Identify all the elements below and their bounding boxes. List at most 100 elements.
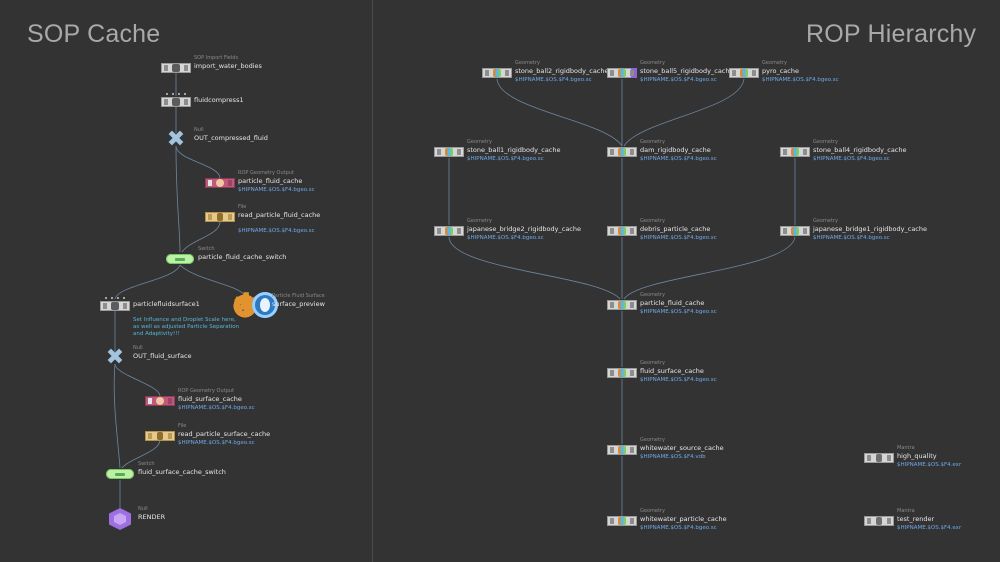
node-output-path: $HIPNAME.$OS.$F4.bgeo.sc [640, 77, 717, 83]
node-name-label: surface_preview [272, 300, 325, 308]
node-output-path: $HIPNAME.$OS.$F4.exr [897, 525, 962, 531]
file-icon[interactable] [205, 212, 235, 222]
node-output-path: $HIPNAME.$OS.$F4.bgeo.sc [515, 77, 592, 83]
geometry-rop-icon[interactable] [780, 226, 810, 236]
node-name-label: particle_fluid_cache_switch [198, 253, 287, 261]
sop-cache-title: SOP Cache [27, 20, 161, 48]
node-type-label: Mantra [897, 445, 915, 451]
geometry-rop-icon[interactable] [729, 68, 759, 78]
sop-import-fields-icon[interactable] [161, 63, 191, 73]
rop-geometry-output-icon[interactable] [205, 178, 235, 188]
node-type-label: Geometry [640, 437, 665, 443]
node-output-path: $HIPNAME.$OS.$F4.bgeo.sc [813, 156, 890, 162]
node-name-label: read_particle_fluid_cache [238, 211, 321, 219]
geometry-rop-icon[interactable] [607, 226, 637, 236]
node-type-label: Geometry [467, 218, 492, 224]
geometry-rop-icon[interactable] [780, 147, 810, 157]
particle-fluid-surface-icon[interactable] [100, 301, 130, 311]
node-name-label: japanese_bridge1_rigidbody_cache [813, 225, 928, 233]
node-name-label: fluidcompress1 [194, 96, 244, 104]
node-type-label: Geometry [813, 218, 838, 224]
node-output-path: $HIPNAME.$OS.$F4.bgeo.sc [640, 309, 717, 315]
node-type-label: Geometry [640, 218, 665, 224]
node-output-path: $HIPNAME.$OS.$F4.bgeo.sc [640, 156, 717, 162]
node-type-label: File [178, 423, 187, 429]
node-type-label: ROP Geometry Output [238, 170, 294, 176]
node-output-path: $HIPNAME.$OS.$F4.bgeo.sc [813, 235, 890, 241]
node-name-label: stone_ball1_rigidbody_cache [467, 146, 561, 154]
geometry-rop-icon[interactable] [482, 68, 512, 78]
input-connectors[interactable] [166, 93, 186, 95]
node-type-label: Geometry [762, 60, 787, 66]
geometry-rop-icon[interactable] [434, 226, 464, 236]
node-name-label: RENDER [138, 513, 166, 521]
node-type-label: Null [133, 345, 143, 351]
node-output-path: $HIPNAME.$OS.$F4.bgeo.sc [238, 228, 315, 234]
geometry-rop-icon[interactable] [607, 147, 637, 157]
node-type-label: Geometry [515, 60, 540, 66]
node-name-label: japanese_bridge2_rigidbody_cache [467, 225, 582, 233]
node-name-label: particle_fluid_cache [238, 177, 303, 185]
node-type-label: Geometry [640, 508, 665, 514]
geometry-rop-icon[interactable] [607, 516, 637, 526]
rop-hierarchy-network-pane[interactable] [373, 0, 1000, 562]
null-x-icon[interactable]: ✖ [164, 129, 188, 151]
node-type-label: Geometry [640, 292, 665, 298]
node-name-label: debris_particle_cache [640, 225, 711, 233]
geometry-rop-icon[interactable] [607, 300, 637, 310]
switch-icon[interactable] [166, 254, 194, 264]
node-output-path: $HIPNAME.$OS.$F4.bgeo.sc [178, 405, 255, 411]
node-name-label: OUT_compressed_fluid [194, 134, 268, 142]
node-type-label: Null [138, 506, 148, 512]
node-name-label: read_particle_surface_cache [178, 430, 271, 438]
node-type-label: Geometry [640, 139, 665, 145]
node-type-label: Geometry [467, 139, 492, 145]
node-name-label: dam_rigidbody_cache [640, 146, 711, 154]
houdini-network-view[interactable]: SOP Cache ROP Hierarchy SOP Import Field… [0, 0, 1000, 562]
node-type-label: SOP Import Fields [194, 55, 239, 61]
input-connectors[interactable] [105, 297, 125, 299]
node-comment: Set Influence and Droplet Scale here, as… [133, 317, 240, 337]
node-name-label: stone_ball2_rigidbody_cache [515, 67, 609, 75]
node-output-path: $HIPNAME.$OS.$F4.bgeo.sc [762, 77, 839, 83]
node-name-label: whitewater_source_cache [640, 444, 724, 452]
node-output-path: $HIPNAME.$OS.$F4.bgeo.sc [238, 187, 315, 193]
fluid-compress-icon[interactable] [161, 97, 191, 107]
geometry-rop-icon[interactable] [607, 368, 637, 378]
node-output-path: $HIPNAME.$OS.$F4.bgeo.sc [467, 235, 544, 241]
node-name-label: stone_ball4_rigidbody_cache [813, 146, 907, 154]
node-type-label: ROP Geometry Output [178, 388, 234, 394]
mantra-rop-icon[interactable] [864, 453, 894, 463]
geometry-rop-icon[interactable] [434, 147, 464, 157]
switch-icon[interactable] [106, 469, 134, 479]
node-name-label: fluid_surface_cache [640, 367, 704, 375]
node-type-label: Geometry [640, 60, 665, 66]
file-icon[interactable] [145, 431, 175, 441]
rop-hierarchy-title: ROP Hierarchy [806, 20, 977, 48]
sop-cache-network-pane[interactable] [0, 0, 372, 562]
node-name-label: test_render [897, 515, 935, 523]
node-type-label: Switch [138, 461, 155, 467]
node-name-label: import_water_bodies [194, 62, 262, 70]
node-name-label: high_quality [897, 452, 937, 460]
node-output-path: $HIPNAME.$OS.$F4.bgeo.sc [178, 440, 255, 446]
node-output-path: $HIPNAME.$OS.$F4.exr [897, 462, 962, 468]
node-type-label: Switch [198, 246, 215, 252]
node-name-label: pyro_cache [762, 67, 799, 75]
node-type-label: Geometry [640, 360, 665, 366]
node-type-label: Null [194, 127, 204, 133]
node-type-label: File [238, 204, 247, 210]
node-type-label: Geometry [813, 139, 838, 145]
node-type-label: Particle Fluid Surface [272, 293, 325, 299]
node-name-label: OUT_fluid_surface [133, 352, 192, 360]
geometry-rop-icon[interactable] [607, 445, 637, 455]
node-type-label: Mantra [897, 508, 915, 514]
node-output-path: $HIPNAME.$OS.$F4.vdb [640, 454, 706, 460]
mantra-rop-icon[interactable] [864, 516, 894, 526]
rop-geometry-output-icon[interactable] [145, 396, 175, 406]
null-x-icon[interactable]: ✖ [103, 347, 127, 369]
geometry-rop-icon[interactable] [607, 68, 637, 78]
node-name-label: particlefluidsurface1 [133, 300, 200, 308]
node-name-label: fluid_surface_cache [178, 395, 242, 403]
node-name-label: fluid_surface_cache_switch [138, 468, 226, 476]
